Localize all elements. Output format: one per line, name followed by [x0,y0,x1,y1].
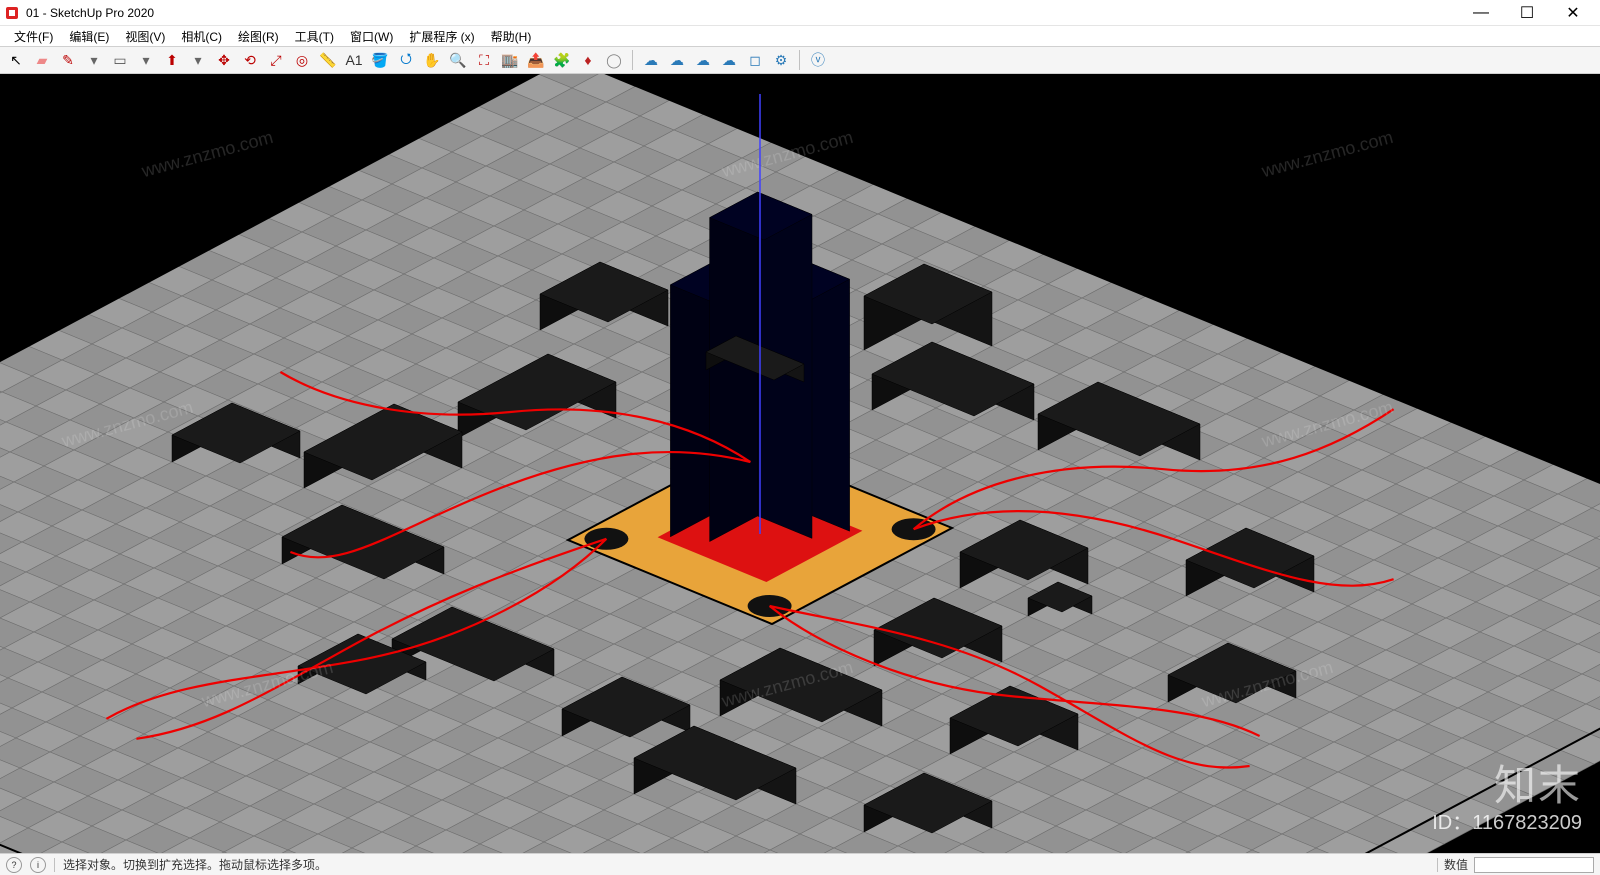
menu-edit[interactable]: 编辑(E) [61,26,117,47]
menu-camera[interactable]: 相机(C) [173,26,230,47]
scene-canvas[interactable] [0,74,1600,853]
status-bar: ? i 选择对象。切换到扩充选择。拖动鼠标选择多项。 数值 [0,853,1600,875]
offset-icon[interactable]: ◎ [290,48,314,72]
ext-manager-icon[interactable]: ♦ [576,48,600,72]
menu-extensions[interactable]: 扩展程序 (x) [401,26,482,47]
warehouse-icon[interactable]: 🏬 [498,48,522,72]
info-button[interactable]: i [30,857,46,873]
cloud-4-icon[interactable]: ☁ [717,48,741,72]
cloud-1-icon[interactable]: ☁ [639,48,663,72]
value-label: 数值 [1444,856,1468,873]
menu-window[interactable]: 窗口(W) [342,26,401,47]
maximize-button[interactable]: ☐ [1504,0,1550,26]
tape-icon[interactable]: 📏 [316,48,340,72]
move-icon[interactable]: ✥ [212,48,236,72]
menu-draw[interactable]: 绘图(R) [230,26,287,47]
push-pull-icon[interactable]: ⬆ [160,48,184,72]
paint-icon[interactable]: 🪣 [368,48,392,72]
eraser-icon[interactable]: ▰ [30,48,54,72]
status-hint: 选择对象。切换到扩充选择。拖动鼠标选择多项。 [63,856,327,873]
close-button[interactable]: ✕ [1550,0,1596,26]
menu-view[interactable]: 视图(V) [117,26,173,47]
minimize-button[interactable]: — [1458,0,1504,26]
cloud-3-icon[interactable]: ☁ [691,48,715,72]
app-icon [4,5,20,21]
line-dropdown-icon[interactable]: ▾ [82,48,106,72]
title-bar: 01 - SketchUp Pro 2020 — ☐ ✕ [0,0,1600,26]
orbit-icon[interactable]: ⭯ [394,48,418,72]
warehouse-share-icon[interactable]: 📤 [524,48,548,72]
ext-warehouse-icon[interactable]: 🧩 [550,48,574,72]
zoom-icon[interactable]: 🔍 [446,48,470,72]
select-box-icon[interactable]: ◻ [743,48,767,72]
rectangle-icon[interactable]: ▭ [108,48,132,72]
measurement-input[interactable] [1474,857,1594,873]
scale-icon[interactable]: ⤢ [264,48,288,72]
vray-icon[interactable]: ⓥ [806,48,830,72]
user-icon[interactable]: ◯ [602,48,626,72]
menu-bar: 文件(F) 编辑(E) 视图(V) 相机(C) 绘图(R) 工具(T) 窗口(W… [0,26,1600,46]
window-title: 01 - SketchUp Pro 2020 [26,6,1458,20]
window-controls: — ☐ ✕ [1458,0,1596,26]
pan-icon[interactable]: ✋ [420,48,444,72]
select-icon[interactable]: ↖ [4,48,28,72]
gear-icon[interactable]: ⚙ [769,48,793,72]
menu-help[interactable]: 帮助(H) [483,26,540,47]
rectangle-dropdown-icon[interactable]: ▾ [134,48,158,72]
text-icon[interactable]: A1 [342,48,366,72]
menu-file[interactable]: 文件(F) [6,26,61,47]
line-icon[interactable]: ✎ [56,48,80,72]
rotate-icon[interactable]: ⟲ [238,48,262,72]
help-button[interactable]: ? [6,857,22,873]
main-toolbar: ↖▰✎▾▭▾⬆▾✥⟲⤢◎📏A1🪣⭯✋🔍⛶🏬📤🧩♦◯☁☁☁☁◻⚙ⓥ [0,46,1600,74]
push-pull-dropdown-icon[interactable]: ▾ [186,48,210,72]
cloud-2-icon[interactable]: ☁ [665,48,689,72]
model-viewport[interactable]: www.znzmo.com www.znzmo.com www.znzmo.co… [0,74,1600,853]
menu-tools[interactable]: 工具(T) [287,26,342,47]
zoom-extents-icon[interactable]: ⛶ [472,48,496,72]
